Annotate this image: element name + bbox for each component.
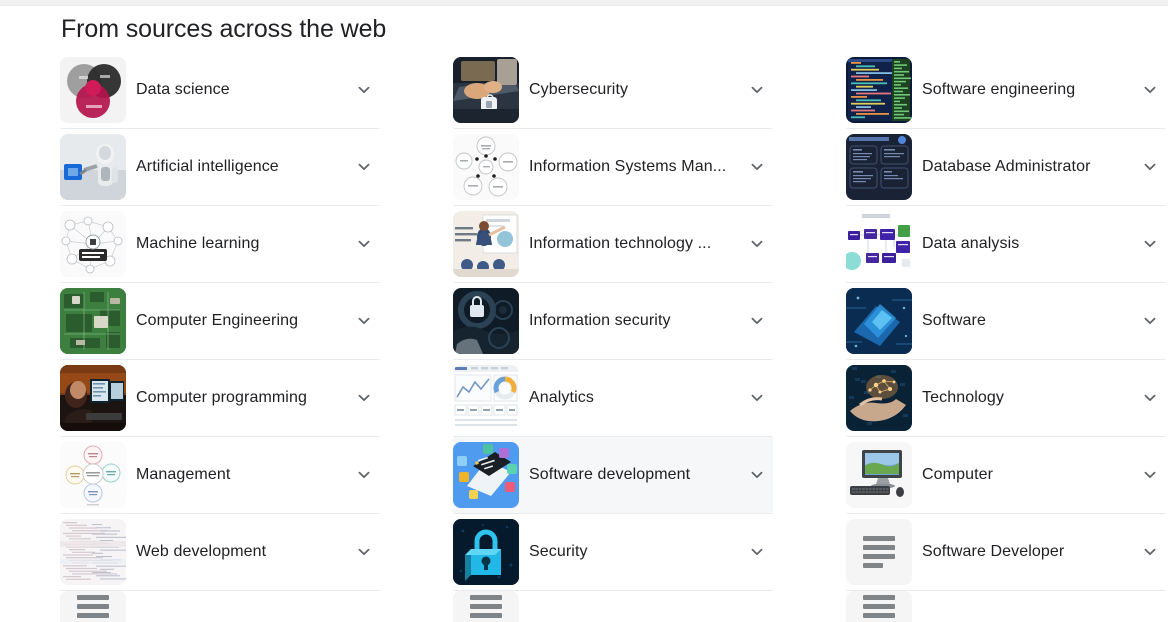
source-thumbnail (846, 365, 912, 431)
source-label: Computer programming (136, 389, 307, 406)
chevron-down-icon[interactable] (1136, 538, 1164, 566)
chevron-down-icon[interactable] (743, 384, 771, 412)
page-title: From sources across the web (61, 15, 387, 43)
source-row[interactable]: Software Developer (846, 514, 1166, 591)
chevron-down-icon[interactable] (743, 538, 771, 566)
source-thumbnail (60, 134, 126, 200)
source-label: Information security (529, 312, 671, 329)
source-row[interactable]: Data science (60, 52, 380, 129)
source-thumbnail (453, 134, 519, 200)
source-row-partial[interactable] (60, 591, 380, 622)
source-thumbnail (846, 591, 912, 622)
source-row[interactable]: Web development (60, 514, 380, 591)
source-thumbnail (60, 519, 126, 585)
source-row[interactable]: Software (846, 283, 1166, 360)
source-thumbnail (453, 288, 519, 354)
source-label: Analytics (529, 389, 594, 406)
source-row[interactable]: Cybersecurity (453, 52, 773, 129)
source-label: Security (529, 543, 588, 560)
source-row[interactable]: Information Systems Man... (453, 129, 773, 206)
chevron-down-icon[interactable] (1136, 461, 1164, 489)
chevron-down-icon[interactable] (350, 76, 378, 104)
source-row[interactable]: Software development (453, 437, 773, 514)
source-thumbnail (846, 134, 912, 200)
source-row[interactable]: Information security (453, 283, 773, 360)
source-row[interactable]: Security (453, 514, 773, 591)
chevron-down-icon[interactable] (1136, 384, 1164, 412)
source-thumbnail (60, 591, 126, 622)
source-row[interactable]: Computer Engineering (60, 283, 380, 360)
source-row[interactable]: Computer programming (60, 360, 380, 437)
source-thumbnail (60, 211, 126, 277)
column-2: Cybersecurity Information Systems Man... (453, 52, 773, 622)
source-row[interactable]: Software engineering (846, 52, 1166, 129)
source-thumbnail (846, 288, 912, 354)
source-thumbnail (453, 591, 519, 622)
chevron-down-icon[interactable] (350, 461, 378, 489)
chevron-down-icon[interactable] (743, 230, 771, 258)
source-thumbnail (846, 519, 912, 585)
source-thumbnail (846, 211, 912, 277)
source-thumbnail (60, 365, 126, 431)
source-row[interactable]: Data analysis (846, 206, 1166, 283)
source-label: Machine learning (136, 235, 260, 252)
results-page: From sources across the web Data science… (0, 0, 1168, 622)
column-3: Software engineering Database Administra… (846, 52, 1166, 622)
source-label: Data analysis (922, 235, 1020, 252)
chevron-down-icon[interactable] (743, 76, 771, 104)
source-label: Computer Engineering (136, 312, 299, 329)
source-label: Information technology ... (529, 235, 712, 252)
source-row[interactable]: Technology (846, 360, 1166, 437)
source-thumbnail (453, 442, 519, 508)
source-thumbnail (453, 57, 519, 123)
source-row-partial[interactable] (846, 591, 1166, 622)
source-label: Management (136, 466, 231, 483)
source-label: Cybersecurity (529, 81, 629, 98)
chevron-down-icon[interactable] (743, 461, 771, 489)
source-label: Software (922, 312, 986, 329)
chevron-down-icon[interactable] (1136, 307, 1164, 335)
chevron-down-icon[interactable] (350, 538, 378, 566)
chevron-down-icon[interactable] (743, 153, 771, 181)
source-label: Information Systems Man... (529, 158, 727, 175)
source-label: Database Administrator (922, 158, 1091, 175)
source-label: Software development (529, 466, 691, 483)
source-thumbnail (60, 442, 126, 508)
source-thumbnail (60, 288, 126, 354)
source-row[interactable]: Information technology ... (453, 206, 773, 283)
top-edge-strip (0, 0, 1168, 6)
source-columns: Data science Artificial intelligence Mac… (0, 52, 1168, 622)
source-thumbnail (846, 57, 912, 123)
chevron-down-icon[interactable] (350, 153, 378, 181)
source-row[interactable]: Analytics (453, 360, 773, 437)
column-1: Data science Artificial intelligence Mac… (60, 52, 380, 622)
chevron-down-icon[interactable] (743, 307, 771, 335)
source-row[interactable]: Machine learning (60, 206, 380, 283)
source-thumbnail (453, 519, 519, 585)
source-label: Software Developer (922, 543, 1065, 560)
chevron-down-icon[interactable] (350, 230, 378, 258)
chevron-down-icon[interactable] (350, 307, 378, 335)
chevron-down-icon[interactable] (1136, 230, 1164, 258)
source-thumbnail (60, 57, 126, 123)
source-label: Technology (922, 389, 1004, 406)
source-row-partial[interactable] (453, 591, 773, 622)
source-label: Software engineering (922, 81, 1076, 98)
source-thumbnail (846, 442, 912, 508)
source-row[interactable]: Management (60, 437, 380, 514)
source-row[interactable]: Computer (846, 437, 1166, 514)
source-label: Computer (922, 466, 994, 483)
source-thumbnail (453, 365, 519, 431)
source-row[interactable]: Artificial intelligence (60, 129, 380, 206)
chevron-down-icon[interactable] (1136, 153, 1164, 181)
source-label: Web development (136, 543, 267, 560)
source-thumbnail (453, 211, 519, 277)
chevron-down-icon[interactable] (1136, 76, 1164, 104)
chevron-down-icon[interactable] (350, 384, 378, 412)
source-label: Data science (136, 81, 230, 98)
source-label: Artificial intelligence (136, 158, 279, 175)
source-row[interactable]: Database Administrator (846, 129, 1166, 206)
